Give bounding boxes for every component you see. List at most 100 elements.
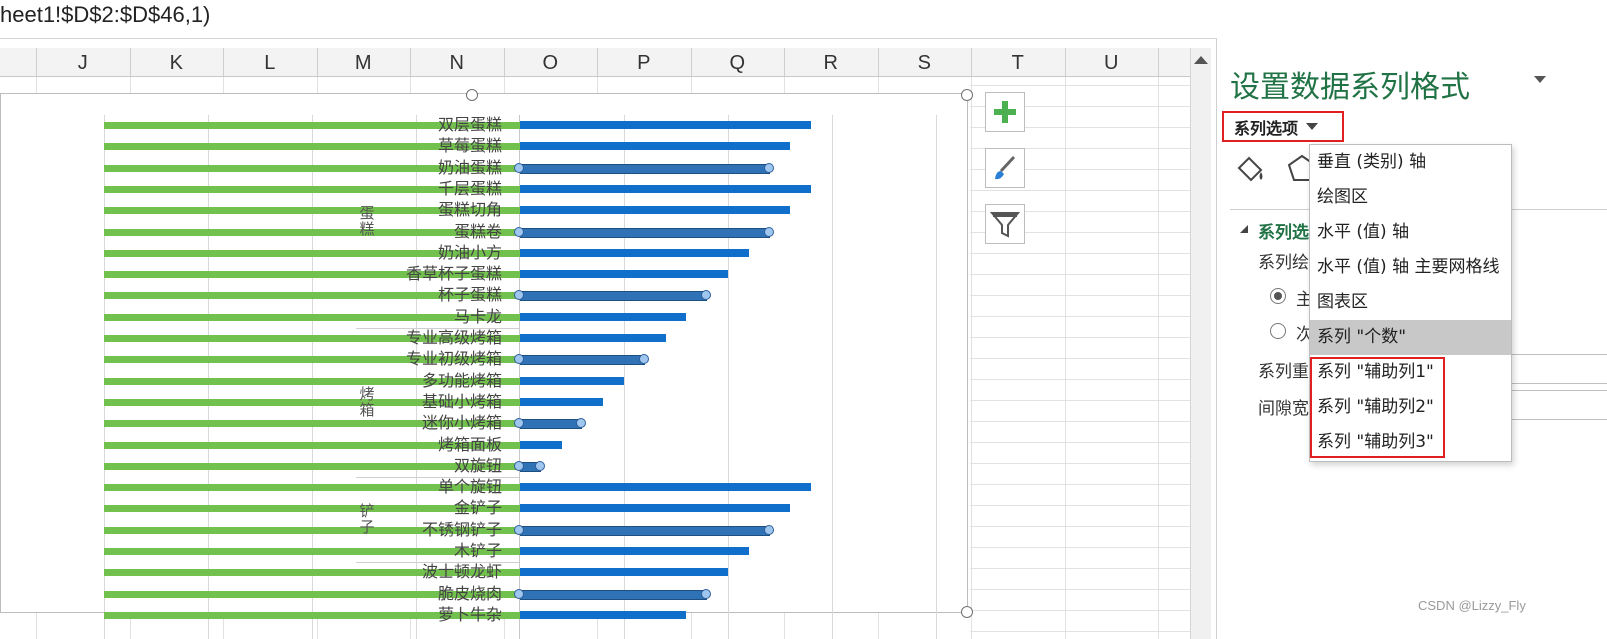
column-header-P[interactable]: P	[597, 48, 692, 76]
bar-count-series[interactable]	[520, 121, 812, 129]
collapse-triangle-icon[interactable]	[1238, 223, 1250, 235]
bar-count-series[interactable]	[520, 483, 812, 492]
highlight-annotation-box	[1310, 357, 1445, 458]
series-menu-item[interactable]: 绘图区	[1310, 180, 1511, 215]
column-header-S[interactable]: S	[878, 48, 972, 76]
funnel-filter-icon	[989, 212, 1021, 238]
bar-count-series[interactable]	[520, 610, 687, 619]
series-menu-item[interactable]: 垂直 (类别) 轴	[1310, 145, 1511, 180]
selection-point[interactable]	[701, 588, 712, 599]
column-header-L[interactable]: L	[223, 48, 318, 76]
section-series-options[interactable]: 系列选	[1258, 218, 1309, 243]
selection-point[interactable]	[514, 524, 524, 535]
chart-styles-button[interactable]	[985, 148, 1025, 188]
grid-line-horizontal	[970, 547, 1190, 548]
chart-resize-handle[interactable]	[961, 606, 973, 618]
bar-selected-series[interactable]	[520, 355, 645, 366]
value-gridline	[728, 115, 729, 639]
bar-selected-series[interactable]	[520, 291, 708, 302]
formula-text[interactable]: heet1!$D$2:$D$46,1)	[0, 2, 210, 28]
selection-point[interactable]	[534, 460, 545, 471]
selection-point[interactable]	[514, 226, 524, 237]
bar-count-series[interactable]	[520, 184, 812, 193]
bar-count-series[interactable]	[520, 568, 728, 577]
column-header-O[interactable]: O	[504, 48, 598, 76]
column-header-K[interactable]: K	[130, 48, 224, 76]
column-header-M[interactable]: M	[317, 48, 411, 76]
column-header-T[interactable]: T	[971, 48, 1066, 76]
bar-selected-series[interactable]	[520, 525, 770, 536]
chart-resize-handle[interactable]	[961, 89, 973, 101]
grid-line-horizontal	[970, 400, 1190, 401]
column-header-R[interactable]: R	[784, 48, 879, 76]
gap-width-input[interactable]	[1510, 390, 1607, 420]
series-overlap-input[interactable]	[1510, 354, 1607, 384]
grid-line-horizontal	[970, 589, 1190, 590]
radio-primary-axis[interactable]	[1270, 288, 1286, 304]
bar-count-series[interactable]	[520, 270, 728, 279]
formula-bar[interactable]: heet1!$D$2:$D$46,1)	[0, 0, 1607, 39]
bar-count-series[interactable]	[520, 312, 687, 321]
grid-line-horizontal	[970, 253, 1190, 254]
column-header-Q[interactable]: Q	[691, 48, 785, 76]
chart-resize-handle[interactable]	[466, 89, 478, 101]
grid-line-horizontal	[970, 85, 1190, 86]
bar-count-series[interactable]	[520, 248, 749, 257]
column-header-J[interactable]: J	[36, 48, 131, 76]
bar-count-series[interactable]	[520, 504, 791, 513]
series-menu-item[interactable]: 图表区	[1310, 285, 1511, 320]
grid-line-horizontal	[970, 358, 1190, 359]
chart-elements-button[interactable]	[985, 92, 1025, 132]
bar-selected-series[interactable]	[520, 227, 770, 238]
fill-bucket-icon[interactable]	[1233, 152, 1267, 186]
category-label: 木铲子	[453, 541, 502, 560]
column-header-U[interactable]: U	[1065, 48, 1159, 76]
bar-selected-series[interactable]	[520, 589, 708, 600]
series-menu-item[interactable]: 水平 (值) 轴 主要网格线	[1310, 250, 1511, 285]
scroll-up-arrow-icon[interactable]	[1194, 56, 1208, 64]
series-overlap-label: 系列重	[1258, 362, 1309, 382]
radio-secondary-axis[interactable]	[1270, 323, 1286, 339]
bar-count-series[interactable]	[520, 547, 749, 555]
bar-selected-series[interactable]	[520, 163, 770, 174]
series-menu-item[interactable]: 水平 (值) 轴	[1310, 215, 1511, 250]
grid-line-horizontal	[970, 316, 1190, 317]
selection-point[interactable]	[763, 524, 774, 535]
bar-count-series[interactable]	[520, 376, 624, 385]
category-label: 草莓蛋糕	[437, 136, 502, 156]
series-menu-item[interactable]: 系列 "个数"	[1310, 320, 1511, 355]
bar-count-series[interactable]	[520, 397, 604, 406]
category-label: 马卡龙	[453, 306, 502, 326]
selection-point[interactable]	[763, 226, 774, 237]
selection-point[interactable]	[514, 162, 524, 173]
bar-count-series[interactable]	[520, 334, 666, 342]
grid-line-horizontal	[970, 190, 1190, 191]
series-options-dropdown-button[interactable]: 系列选项	[1222, 111, 1344, 142]
bar-selected-series[interactable]	[520, 419, 583, 430]
caret-down-icon	[1306, 123, 1319, 130]
grid-line-horizontal	[970, 505, 1190, 506]
grid-line-horizontal	[970, 568, 1190, 569]
category-group-label: 蛋糕	[359, 203, 375, 238]
category-label: 基础小烤箱	[421, 391, 502, 411]
category-label: 波士顿龙虾	[421, 562, 502, 582]
grid-line-horizontal	[970, 295, 1190, 296]
vertical-scrollbar[interactable]	[1190, 48, 1211, 639]
column-header-N[interactable]: N	[410, 48, 505, 76]
selection-point[interactable]	[514, 460, 524, 471]
chart-filters-button[interactable]	[985, 204, 1025, 244]
bar-count-series[interactable]	[520, 440, 562, 449]
category-group-label: 铲子	[359, 502, 375, 537]
bar-count-series[interactable]	[520, 206, 791, 215]
grid-line-horizontal	[970, 421, 1190, 422]
category-label: 奶油小方	[437, 242, 502, 262]
category-label: 杯子蛋糕	[437, 285, 502, 305]
category-label: 蛋糕卷	[453, 221, 502, 241]
category-label: 迷你小烤箱	[421, 413, 502, 433]
grid-line-horizontal	[970, 379, 1190, 380]
category-label: 金铲子	[453, 498, 502, 518]
bar-count-series[interactable]	[520, 142, 791, 151]
selection-point[interactable]	[763, 162, 774, 173]
pane-options-chevron-icon[interactable]	[1534, 76, 1546, 83]
selection-point[interactable]	[514, 588, 524, 599]
